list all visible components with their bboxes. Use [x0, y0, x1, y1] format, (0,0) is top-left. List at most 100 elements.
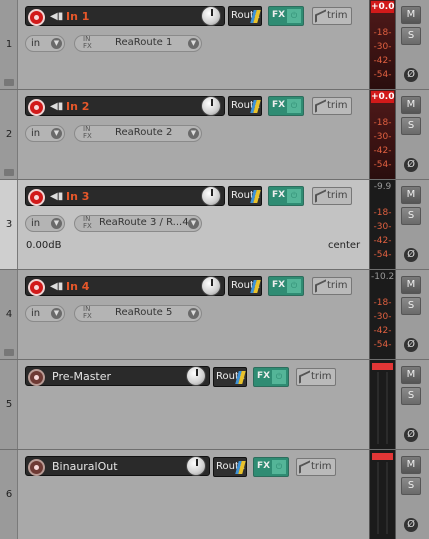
solo-button[interactable]: S [401, 207, 421, 225]
route-button[interactable]: Route [228, 6, 262, 26]
input-dropdown[interactable]: in ▼ [25, 125, 65, 142]
solo-button[interactable]: S [401, 297, 421, 315]
track-6[interactable]: 6 BinauralOut Route FX ⏻ trim M S Ø [0, 450, 429, 539]
track-panel[interactable]: BinauralOut Route FX ⏻ trim [18, 450, 369, 539]
fx-bypass-toggle[interactable]: ⏻ [287, 9, 301, 23]
solo-button[interactable]: S [401, 477, 421, 495]
track-4[interactable]: 4 ◀▮ In 4 Route FX ⏻ trim in ▼ IN FX ReaRou… [0, 270, 429, 360]
peak-clip-indicator[interactable] [372, 453, 393, 460]
speaker-icon[interactable]: ◀▮ [50, 282, 63, 292]
fx-button[interactable]: FX ⏻ [268, 186, 304, 206]
track-number-column[interactable]: 6 [0, 450, 18, 539]
volume-knob[interactable] [201, 186, 221, 206]
peak-readout[interactable]: -10.2 [371, 271, 394, 283]
volume-readout[interactable]: 0.00dB [26, 240, 61, 251]
volume-knob[interactable] [186, 456, 206, 476]
fx-button[interactable]: FX ⏻ [268, 6, 304, 26]
phase-invert-icon[interactable]: Ø [404, 68, 418, 82]
insert-slot[interactable]: IN FX ReaRoute 3 / R...4 ▼ [74, 215, 202, 232]
input-dropdown[interactable]: in ▼ [25, 215, 65, 232]
peak-readout[interactable]: -9.9 [371, 181, 394, 193]
record-arm-icon[interactable] [28, 99, 45, 116]
track-name[interactable]: In 1 [66, 10, 89, 23]
phase-invert-icon[interactable]: Ø [404, 248, 418, 262]
track-number-column[interactable]: 4 [0, 270, 18, 359]
track-panel[interactable]: Pre-Master Route FX ⏻ trim [18, 360, 369, 449]
track-name-bar[interactable]: ◀▮ In 3 [25, 186, 225, 206]
solo-button[interactable]: S [401, 387, 421, 405]
input-dropdown[interactable]: in ▼ [25, 305, 65, 322]
track-5[interactable]: 5 Pre-Master Route FX ⏻ trim M S Ø [0, 360, 429, 450]
fx-button[interactable]: FX ⏻ [253, 457, 289, 477]
phase-invert-icon[interactable]: Ø [404, 338, 418, 352]
chevron-down-icon[interactable]: ▼ [188, 218, 199, 229]
volume-knob[interactable] [186, 366, 206, 386]
track-3[interactable]: 3 ◀▮ In 3 Route FX ⏻ trim in ▼ IN FX ReaRou… [0, 180, 429, 270]
volume-knob[interactable] [201, 96, 221, 116]
fx-bypass-toggle[interactable]: ⏻ [287, 99, 301, 113]
chevron-down-icon[interactable]: ▼ [188, 128, 199, 139]
track-name-bar[interactable]: ◀▮ In 1 [25, 6, 225, 26]
fx-button[interactable]: FX ⏻ [253, 367, 289, 387]
folder-icon[interactable] [4, 349, 14, 356]
track-1[interactable]: 1 ◀▮ In 1 Route FX ⏻ trim in ▼ IN FX ReaRou… [0, 0, 429, 90]
trim-button[interactable]: trim [312, 97, 352, 115]
track-name[interactable]: In 2 [66, 100, 89, 113]
track-name-bar[interactable]: ◀▮ In 4 [25, 276, 225, 296]
trim-button[interactable]: trim [296, 368, 336, 386]
fx-bypass-toggle[interactable]: ⏻ [272, 370, 286, 384]
trim-button[interactable]: trim [312, 277, 352, 295]
insert-slot[interactable]: IN FX ReaRoute 1 ▼ [74, 35, 202, 52]
chevron-down-icon[interactable]: ▼ [188, 38, 199, 49]
record-arm-icon[interactable] [28, 9, 45, 26]
fx-bypass-toggle[interactable]: ⏻ [287, 279, 301, 293]
trim-button[interactable]: trim [312, 7, 352, 25]
track-name[interactable]: In 3 [66, 190, 89, 203]
record-arm-icon[interactable] [28, 369, 45, 386]
record-arm-icon[interactable] [28, 279, 45, 296]
route-button[interactable]: Route [228, 96, 262, 116]
track-panel[interactable]: ◀▮ In 1 Route FX ⏻ trim in ▼ IN FX ReaRoute… [18, 0, 369, 89]
mute-button[interactable]: M [401, 276, 421, 294]
track-number-column[interactable]: 3 [0, 180, 18, 269]
track-name-bar[interactable]: BinauralOut [25, 456, 210, 476]
solo-button[interactable]: S [401, 27, 421, 45]
track-2[interactable]: 2 ◀▮ In 2 Route FX ⏻ trim in ▼ IN FX ReaRou… [0, 90, 429, 180]
fx-button[interactable]: FX ⏻ [268, 276, 304, 296]
input-dropdown[interactable]: in ▼ [25, 35, 65, 52]
phase-invert-icon[interactable]: Ø [404, 158, 418, 172]
folder-icon[interactable] [4, 79, 14, 86]
route-button[interactable]: Route [213, 457, 247, 477]
track-number-column[interactable]: 5 [0, 360, 18, 449]
track-name-bar[interactable]: Pre-Master [25, 366, 210, 386]
route-button[interactable]: Route [228, 186, 262, 206]
insert-slot[interactable]: IN FX ReaRoute 2 ▼ [74, 125, 202, 142]
mute-button[interactable]: M [401, 366, 421, 384]
trim-button[interactable]: trim [296, 458, 336, 476]
track-number-column[interactable]: 2 [0, 90, 18, 179]
track-name[interactable]: Pre-Master [52, 370, 111, 383]
mute-button[interactable]: M [401, 186, 421, 204]
track-panel[interactable]: ◀▮ In 3 Route FX ⏻ trim in ▼ IN FX ReaRoute… [18, 180, 369, 269]
speaker-icon[interactable]: ◀▮ [50, 102, 63, 112]
trim-button[interactable]: trim [312, 187, 352, 205]
track-name[interactable]: In 4 [66, 280, 89, 293]
peak-clip-indicator[interactable] [372, 363, 393, 370]
volume-knob[interactable] [201, 6, 221, 26]
peak-readout[interactable]: +0.0 [371, 91, 394, 103]
fx-button[interactable]: FX ⏻ [268, 96, 304, 116]
peak-readout[interactable]: +0.0 [371, 1, 394, 13]
speaker-icon[interactable]: ◀▮ [50, 192, 63, 202]
record-arm-icon[interactable] [28, 459, 45, 476]
track-number-column[interactable]: 1 [0, 0, 18, 89]
record-arm-icon[interactable] [28, 189, 45, 206]
route-button[interactable]: Route [228, 276, 262, 296]
chevron-down-icon[interactable]: ▼ [188, 308, 199, 319]
track-name[interactable]: BinauralOut [52, 460, 118, 473]
volume-knob[interactable] [201, 276, 221, 296]
fx-bypass-toggle[interactable]: ⏻ [272, 460, 286, 474]
fx-bypass-toggle[interactable]: ⏻ [287, 189, 301, 203]
mute-button[interactable]: M [401, 96, 421, 114]
insert-slot[interactable]: IN FX ReaRoute 5 ▼ [74, 305, 202, 322]
folder-icon[interactable] [4, 169, 14, 176]
